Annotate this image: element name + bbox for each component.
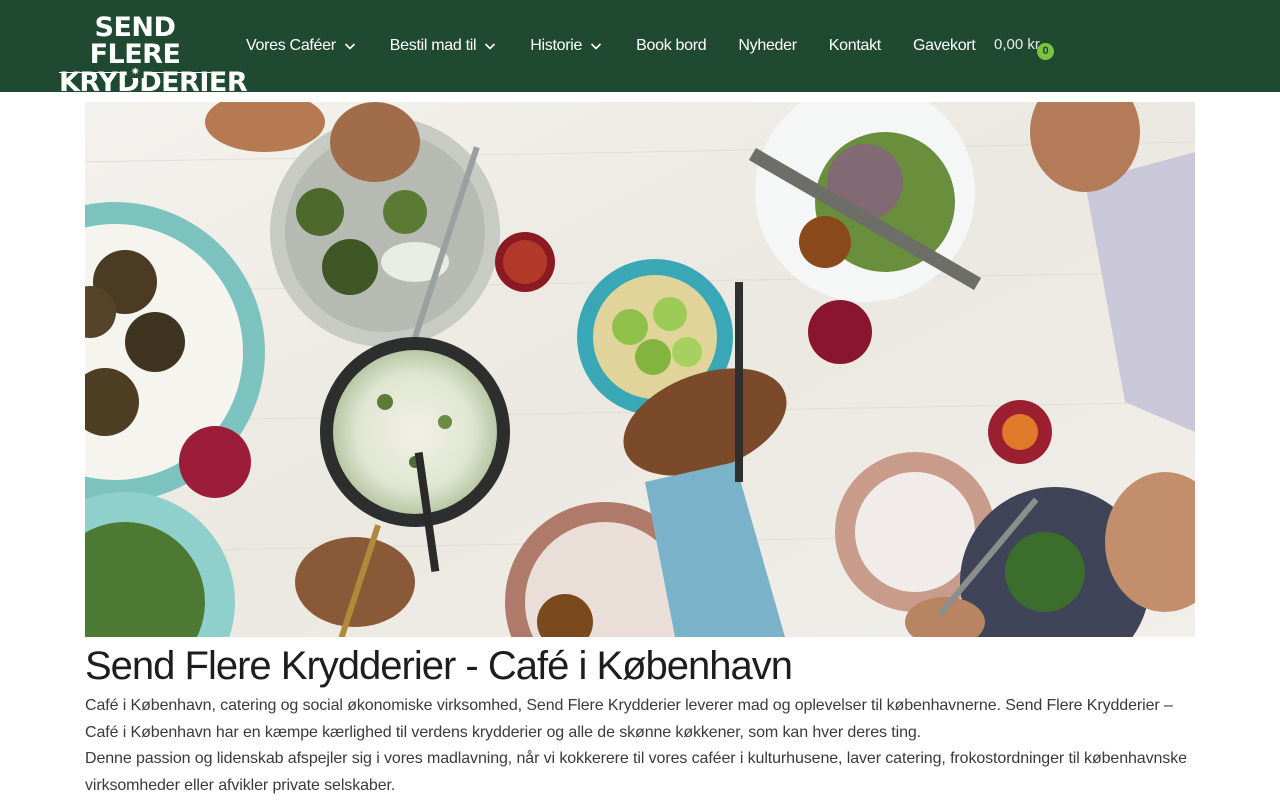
nav-item-label: Vores Caféer — [246, 37, 336, 54]
chevron-down-icon — [482, 38, 498, 54]
nav-item-historie[interactable]: Historie — [530, 37, 604, 55]
chevron-down-icon — [588, 38, 604, 54]
nav-item-label: Book bord — [636, 37, 707, 54]
food-table-photo-icon — [85, 102, 1195, 637]
nav-item-vores-cafeer[interactable]: Vores Caféer — [246, 37, 358, 55]
intro-text: Café i København, catering og social øko… — [85, 693, 1200, 799]
nav-item-label: Gavekort — [912, 37, 976, 54]
nav-item-label: Kontakt — [828, 37, 881, 54]
cart-count-badge: 0 — [1037, 43, 1054, 60]
nav-item-gavekort[interactable]: Gavekort — [913, 37, 976, 55]
logo-line-1: SEND FLERE — [89, 12, 181, 70]
nav-item-book-bord[interactable]: Book bord — [636, 37, 707, 55]
intro-paragraph-2: Denne passion og lidenskab afspejler sig… — [85, 750, 1187, 794]
nav-item-bestil-mad-til[interactable]: Bestil mad til — [390, 37, 499, 55]
nav-item-label: Bestil mad til — [389, 37, 477, 54]
nav-item-label: Nyheder — [738, 37, 797, 54]
nav-item-kontakt[interactable]: Kontakt — [829, 37, 881, 55]
site-header: SEND FLERE KRYDDERIER ✷ Vores Caféer Bes… — [0, 0, 1280, 96]
cart-link[interactable]: 0,00 kr 0 — [994, 36, 1054, 60]
hero-image — [85, 102, 1195, 637]
logo-star-icon: ✷ — [126, 66, 144, 78]
chevron-down-icon — [342, 38, 358, 54]
nav-item-nyheder[interactable]: Nyheder — [738, 37, 797, 55]
main-navigation: Vores Caféer Bestil mad til Historie Boo… — [246, 0, 1007, 92]
nav-item-label: Historie — [530, 37, 583, 54]
site-logo[interactable]: SEND FLERE KRYDDERIER ✷ — [59, 12, 248, 96]
cart-amount: 0,00 kr — [994, 36, 1040, 53]
page-title: Send Flere Krydderier - Café i København — [85, 644, 793, 688]
intro-paragraph-1: Café i København, catering og social øko… — [85, 697, 1173, 741]
